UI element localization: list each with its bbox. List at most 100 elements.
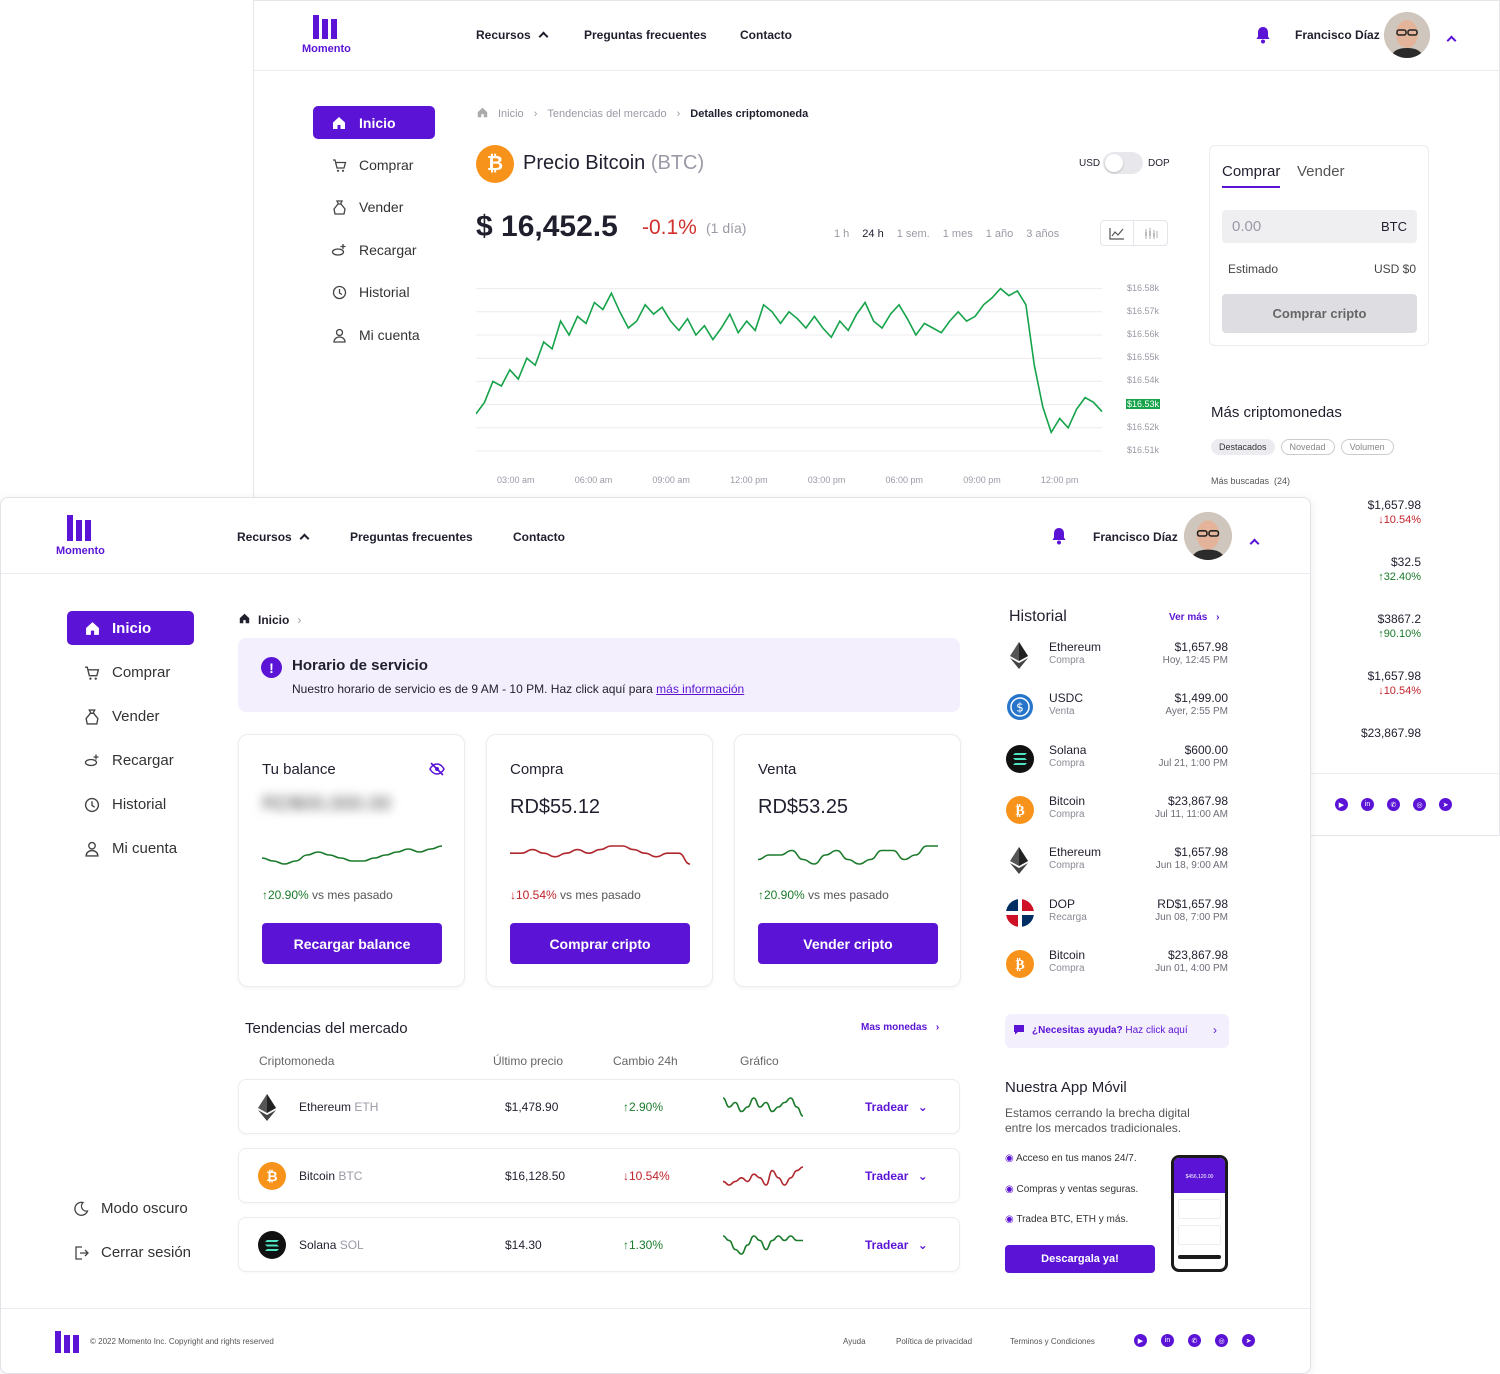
sidebar-item-recargar[interactable]: Recargar [331,242,417,258]
filter-destacados[interactable]: Destacados [1211,439,1275,455]
sidebar-item-inicio[interactable]: Inicio [313,106,435,139]
more-info-link[interactable]: más información [656,682,744,696]
history-item-date: Ayer, 2:55 PM [1165,706,1228,718]
sidebar-item-historial[interactable]: Historial [331,284,410,300]
avatar[interactable] [1384,12,1430,58]
logout-button[interactable]: Cerrar sesión [73,1244,191,1261]
nav-recursos[interactable]: Recursos [237,530,310,544]
user-icon [331,327,347,343]
history-item[interactable]: ₿ Bitcoin Compra $23,867.98 Jul 11, 11:00 AM [1006,792,1228,832]
chevron-right-icon: › [533,108,538,120]
youtube-icon[interactable]: ▶ [1134,1334,1147,1347]
recharge-balance-button[interactable]: Recargar balance [262,923,442,964]
whatsapp-icon[interactable]: ✆ [1188,1334,1201,1347]
bell-icon[interactable] [1051,527,1067,550]
table-row[interactable]: Solana SOL $14.30 ↑1.30% Tradear ⌄ [238,1217,960,1272]
sidebar-item-comprar[interactable]: Comprar [331,157,413,173]
breadcrumb-tendencias[interactable]: Tendencias del mercado [547,108,666,120]
whatsapp-icon[interactable]: ✆ [1387,798,1400,811]
instagram-icon[interactable]: ◎ [1215,1334,1228,1347]
breadcrumb-inicio[interactable]: Inicio [258,613,289,627]
trade-dropdown[interactable]: Tradear ⌄ [865,1169,928,1183]
help-banner[interactable]: ¿Necesitas ayuda? Haz click aquí › [1005,1014,1229,1048]
chevron-up-icon[interactable] [1249,538,1260,549]
range-1ano[interactable]: 1 año [986,228,1014,240]
history-item-name: Bitcoin [1049,947,1086,962]
sell-crypto-button[interactable]: Vender cripto [758,923,938,964]
trade-dropdown[interactable]: Tradear ⌄ [865,1238,928,1252]
sidebar-item-comprar[interactable]: Comprar [84,664,170,681]
sidebar-item-mi-cuenta[interactable]: Mi cuenta [84,840,177,857]
nav-contact[interactable]: Contacto [740,28,792,42]
chevron-up-icon[interactable] [1446,35,1457,46]
buy-crypto-button[interactable]: Comprar cripto [510,923,690,964]
sidebar-item-vender[interactable]: Vender [331,199,403,215]
range-1h[interactable]: 1 h [834,228,849,240]
history-item[interactable]: ₿ Bitcoin Compra $23,867.98 Jun 01, 4:00 PM [1006,946,1228,986]
trade-label: Tradear [865,1100,909,1114]
table-row[interactable]: ₿ Bitcoin BTC $16,128.50 ↓10.54% Tradear… [238,1148,960,1203]
telegram-icon[interactable]: ➤ [1439,798,1452,811]
instagram-icon[interactable]: ◎ [1413,798,1426,811]
check-circle-icon: ◉ [1005,1214,1014,1225]
linkedin-icon[interactable]: in [1161,1334,1174,1347]
card-change-value: 20.90% [764,888,805,902]
breadcrumb: Inicio › Tendencias del mercado › Detall… [477,107,808,121]
trade-dropdown[interactable]: Tradear ⌄ [865,1100,928,1114]
download-app-button[interactable]: Descargala ya! [1005,1245,1155,1273]
currency-toggle[interactable] [1103,152,1143,174]
sidebar-item-inicio[interactable]: Inicio [67,611,194,645]
avatar[interactable] [1184,512,1232,560]
history-item-name: Bitcoin [1049,793,1086,808]
home-icon [239,613,250,627]
range-24h[interactable]: 24 h [862,228,883,240]
history-item[interactable]: Ethereum Compra $1,657.98 Jun 18, 9:00 AM [1006,843,1228,883]
table-row[interactable]: Ethereum ETH $1,478.90 ↑2.90% Tradear ⌄ [238,1079,960,1134]
history-item-date: Jun 01, 4:00 PM [1155,962,1228,974]
nav-contact[interactable]: Contacto [513,530,565,544]
coin-change: ↑2.90% [623,1100,663,1114]
history-item[interactable]: DOP Recarga RD$1,657.98 Jun 08, 7:00 PM [1006,895,1228,935]
tab-vender[interactable]: Vender [1297,163,1345,180]
range-1mes[interactable]: 1 mes [943,228,973,240]
breadcrumb-inicio[interactable]: Inicio [498,108,524,120]
nav-faq[interactable]: Preguntas frecuentes [584,28,707,42]
footer-privacy-link[interactable]: Política de privacidad [896,1337,972,1346]
notice-body: Nuestro horario de servicio es de 9 AM -… [292,682,657,696]
more-crypto-price: $1,657.98 [1367,669,1421,683]
history-item[interactable]: Ethereum Compra $1,657.98 Hoy, 12:45 PM [1006,638,1228,678]
dark-mode-toggle[interactable]: Modo oscuro [73,1200,188,1217]
filter-novedad[interactable]: Novedad [1280,439,1335,455]
more-coins-link[interactable]: Mas monedas › [861,1022,939,1033]
footer-help-link[interactable]: Ayuda [843,1337,866,1346]
filter-volumen[interactable]: Volumen [1340,439,1394,455]
bell-icon[interactable] [1255,26,1271,49]
footer-terms-link[interactable]: Terminos y Condiciones [1010,1337,1095,1346]
tab-comprar[interactable]: Comprar [1222,163,1281,188]
range-1sem[interactable]: 1 sem. [897,228,930,240]
range-3anos[interactable]: 3 años [1026,228,1059,240]
history-item[interactable]: Solana Compra $600.00 Jul 21, 1:00 PM [1006,741,1228,781]
amount-input[interactable]: 0.00 BTC [1222,210,1417,243]
breadcrumb: Inicio › [239,613,301,627]
nav-recursos[interactable]: Recursos [476,28,549,42]
youtube-icon[interactable]: ▶ [1335,798,1348,811]
sidebar-item-mi-cuenta[interactable]: Mi cuenta [331,327,420,343]
card-change: ↑20.90% vs mes pasado [758,888,889,902]
telegram-icon[interactable]: ➤ [1242,1334,1255,1347]
line-chart-icon[interactable] [1101,221,1135,245]
x-tick-label: 12:00 pm [1040,475,1079,485]
linkedin-icon[interactable]: in [1361,798,1374,811]
eye-off-icon[interactable] [429,762,445,781]
sidebar-item-label: Mi cuenta [359,327,420,343]
candlestick-icon[interactable] [1134,221,1167,245]
sidebar-item-vender[interactable]: Vender [84,708,160,725]
coin-change-value: 10.54% [629,1169,670,1183]
sidebar-item-historial[interactable]: Historial [84,796,166,813]
nav-faq[interactable]: Preguntas frecuentes [350,530,473,544]
dashboard-window: Momento Recursos Preguntas frecuentes Co… [0,497,1311,1374]
buy-crypto-button[interactable]: Comprar cripto [1222,294,1417,333]
sidebar-item-recargar[interactable]: Recargar [84,752,174,769]
history-item[interactable]: $ USDC Venta $1,499.00 Ayer, 2:55 PM [1006,689,1228,729]
see-more-link[interactable]: Ver más › [1169,612,1220,623]
